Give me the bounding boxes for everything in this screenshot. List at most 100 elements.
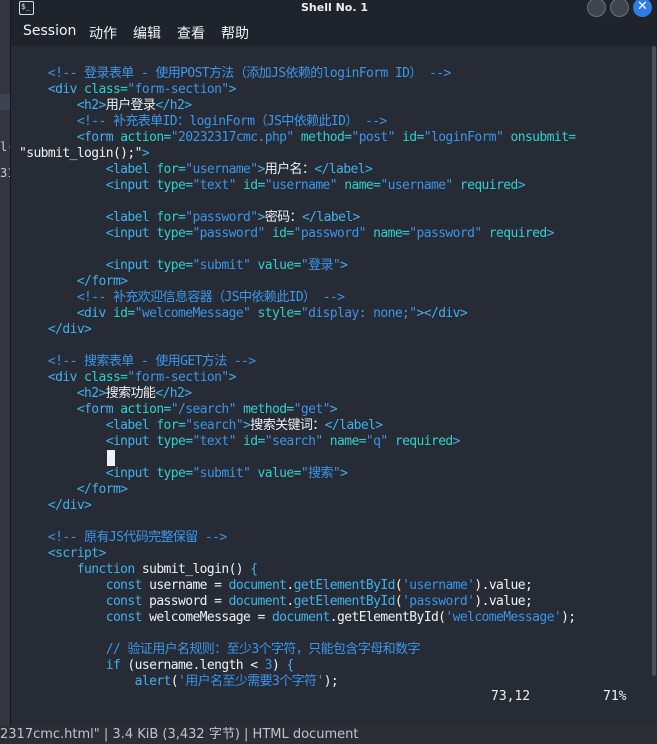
code-token: type= [156, 466, 193, 481]
code-token: > [340, 258, 348, 273]
code-token: > [257, 162, 266, 177]
code-token: <input [19, 434, 157, 449]
title-bar[interactable]: $_ Shell No. 1 ✕ [11, 0, 657, 18]
code-line: <!-- 搜索表单 - 使用GET方法 --> [19, 354, 256, 370]
code-token: document [271, 610, 330, 625]
code-token: action= [120, 130, 171, 145]
code-line: </form> [19, 482, 128, 498]
menu-view[interactable]: 查看 [177, 23, 205, 43]
code-token: function [19, 562, 142, 577]
code-token: ).value; [474, 594, 533, 609]
code-line: <!-- 登录表单 - 使用POST方法（添加JS依赖的loginForm ID… [19, 66, 451, 82]
text-cursor [107, 450, 115, 466]
code-token: type= [156, 226, 193, 241]
code-token: "get" [293, 402, 331, 417]
code-token: > [340, 466, 348, 481]
code-token: type= [156, 178, 193, 193]
code-line: <!-- 补充表单ID：loginForm（JS中依赖此ID） --> [19, 114, 387, 130]
code-token: ); [323, 674, 339, 689]
code-token: name= [344, 178, 381, 193]
code-token: ( [170, 674, 179, 689]
menu-actions[interactable]: 动作 [89, 23, 117, 43]
code-token: method= [243, 402, 294, 417]
code-token: . [286, 578, 294, 593]
status-text: 2317cmc.html" | 3.4 KiB (3,432 字节) | HTM… [0, 727, 359, 742]
code-token: <label [19, 418, 157, 433]
code-token: '用户名至少需要3个字符' [178, 674, 324, 689]
code-line: <h2>用户登录</h2> [19, 98, 192, 114]
code-token: { [286, 658, 294, 673]
code-token: <form [19, 130, 121, 145]
code-line: <label for="password">密码：</label> [19, 210, 361, 226]
code-token: for= [156, 418, 186, 433]
code-line: const password = document.getElementById… [19, 594, 533, 610]
menu-edit[interactable]: 编辑 [133, 23, 161, 43]
code-token: > [517, 178, 526, 193]
code-line: <div class="form-section"> [19, 82, 237, 98]
code-line: function submit_login() { [19, 562, 258, 578]
code-token: > [141, 146, 150, 161]
code-line: <!-- 原有JS代码完整保留 --> [19, 530, 227, 546]
scrollbar[interactable] [651, 46, 657, 726]
code-token: <h2> [19, 98, 107, 113]
code-token: "username" [380, 178, 460, 193]
code-token: "password" [409, 226, 489, 241]
code-token: "/search" [170, 402, 244, 417]
code-token: id= [243, 434, 265, 449]
code-token: "form-section" [127, 82, 229, 97]
code-token: <!-- 补充欢迎信息容器（JS中依赖此ID） --> [19, 290, 345, 305]
code-token: class= [84, 82, 128, 97]
code-token: <!-- 搜索表单 - 使用GET方法 --> [19, 354, 256, 369]
code-token: "display: none;" [300, 306, 417, 321]
code-token: "form-section" [127, 370, 229, 385]
code-token: action= [120, 402, 171, 417]
code-token: .getElementById( [329, 610, 446, 625]
code-token: "password" [192, 226, 272, 241]
scrollbar-thumb[interactable] [652, 46, 656, 676]
code-line: "submit_login();"> [19, 146, 150, 162]
code-token: if [19, 658, 128, 673]
code-token: "username" [185, 162, 258, 177]
code-token: . [286, 594, 294, 609]
code-token: 用户登录 [105, 98, 156, 113]
code-token: "text" [192, 178, 244, 193]
code-token: > [546, 226, 555, 241]
code-line: <input type="text" id="username" name="u… [19, 178, 526, 194]
code-line: </div> [19, 322, 92, 338]
code-token: getElementById [293, 594, 396, 609]
terminal-window: $_ Shell No. 1 ✕ Session 动作 编辑 查看 帮助 <!-… [10, 0, 657, 726]
code-token: { [250, 562, 258, 577]
code-token: </form> [19, 274, 128, 289]
code-token: type= [156, 434, 193, 449]
code-line: <input type="password" id="password" nam… [19, 226, 555, 242]
menu-help[interactable]: 帮助 [221, 23, 249, 43]
code-line: <div class="form-section"> [19, 370, 237, 386]
code-token: <div [19, 82, 85, 97]
code-token: <div [19, 306, 113, 321]
code-token: ) [271, 658, 287, 673]
code-token: "submit_login();" [19, 146, 142, 161]
code-line: <script> [19, 546, 106, 562]
code-token: document [228, 578, 287, 593]
close-icon: ✕ [637, 0, 648, 14]
code-token: <label [19, 210, 157, 225]
code-token: > [228, 370, 237, 385]
code-token: username = [149, 578, 229, 593]
code-token: name= [373, 226, 410, 241]
code-token: </h2> [155, 386, 192, 401]
code-token: 搜索关键词： [250, 418, 325, 433]
code-token: <!-- 登录表单 - 使用POST方法（添加JS依赖的loginForm ID… [19, 66, 451, 81]
terminal-content[interactable]: <!-- 登录表单 - 使用POST方法（添加JS依赖的loginForm ID… [11, 46, 651, 726]
code-token: id= [112, 306, 135, 321]
code-token: method= [300, 130, 352, 145]
code-token: style= [257, 306, 302, 321]
code-token: 用户名： [264, 162, 315, 177]
code-token: 密码： [264, 210, 303, 225]
code-token: </form> [19, 482, 128, 497]
menu-session[interactable]: Session [23, 23, 76, 39]
code-token: </label> [314, 162, 373, 177]
code-token: password = [149, 594, 229, 609]
code-line: if (username.length < 3) { [19, 658, 295, 674]
code-token: const [19, 578, 150, 593]
code-token: "text" [192, 434, 244, 449]
